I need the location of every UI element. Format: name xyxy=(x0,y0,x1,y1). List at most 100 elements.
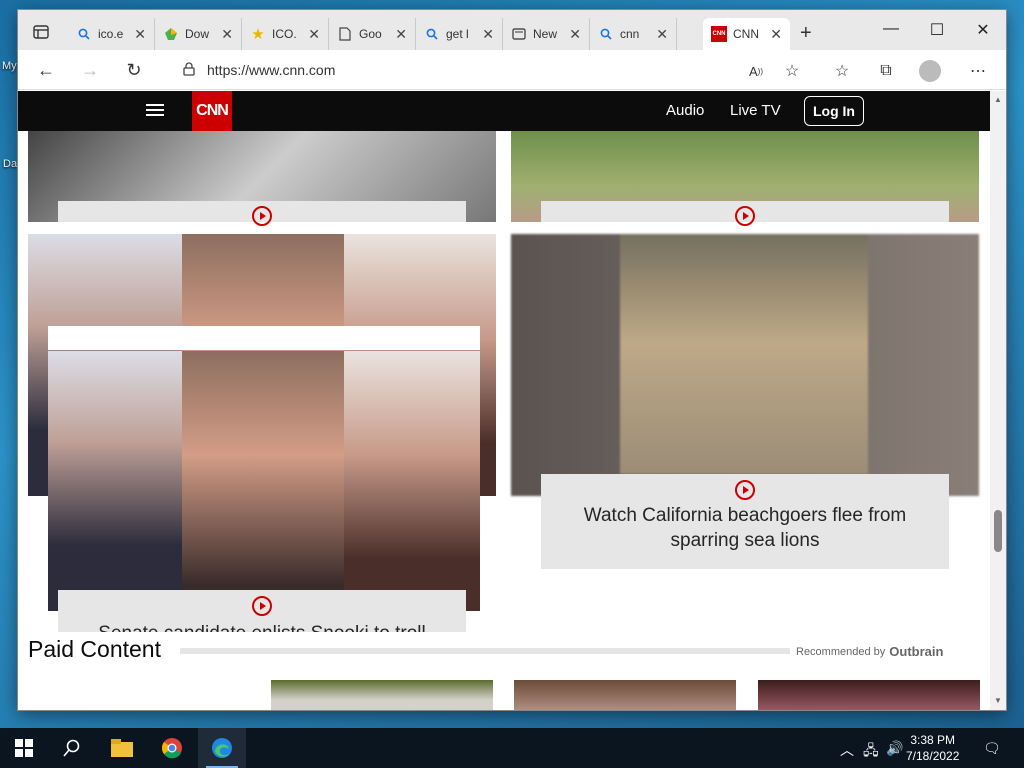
photo-snooki xyxy=(182,351,344,611)
volume-icon[interactable]: 🔊 xyxy=(886,740,903,757)
file-explorer-button[interactable] xyxy=(98,728,146,768)
close-icon[interactable]: ✕ xyxy=(656,26,668,43)
close-window-button[interactable]: ✕ xyxy=(960,20,1006,40)
newtab-icon xyxy=(511,26,527,42)
more-menu-icon[interactable]: ⋯ xyxy=(966,60,990,82)
nav-audio[interactable]: Audio xyxy=(666,102,704,119)
close-icon[interactable]: ✕ xyxy=(770,26,782,43)
tray-chevron-icon[interactable]: ︿ xyxy=(840,740,854,760)
read-aloud-icon[interactable]: A)) xyxy=(744,60,768,82)
recommended-by[interactable]: Recommended by Outbrain xyxy=(796,644,943,659)
paid-item-image-2[interactable] xyxy=(514,680,736,710)
tab-google-doc[interactable]: Goo ✕ xyxy=(329,18,416,50)
download-icon xyxy=(163,26,179,42)
close-icon[interactable]: ✕ xyxy=(395,26,407,43)
desktop-icon-label-2[interactable]: Da xyxy=(3,158,17,170)
hamburger-menu-icon[interactable] xyxy=(146,101,164,119)
taskbar: ︿ 🖧 🔊 3:38 PM 7/18/2022 🗨 xyxy=(0,728,1024,768)
divider xyxy=(180,648,790,654)
nav-live-tv[interactable]: Live TV xyxy=(730,102,781,119)
tab-search-1[interactable]: ico.e ✕ xyxy=(68,18,155,50)
tab-actions-icon[interactable] xyxy=(26,20,56,44)
notifications-icon[interactable]: 🗨 xyxy=(983,740,1001,757)
tab-strip: ico.e ✕ Dow ✕ ★ ICO. ✕ Goo ✕ get l ✕ New… xyxy=(18,10,1006,50)
scroll-down-icon[interactable]: ▼ xyxy=(990,696,1006,705)
white-overlay-bar xyxy=(48,326,480,350)
beach-photo xyxy=(620,234,868,474)
tab-search-cnn[interactable]: cnn ✕ xyxy=(590,18,677,50)
system-clock[interactable]: 3:38 PM 7/18/2022 xyxy=(906,732,959,764)
paid-item-image-1[interactable] xyxy=(271,680,493,710)
new-tab-button[interactable]: + xyxy=(800,22,812,45)
tab-label: Goo xyxy=(359,27,382,41)
tab-new[interactable]: New ✕ xyxy=(503,18,590,50)
play-icon xyxy=(252,206,272,226)
collections-icon[interactable]: ⧉ xyxy=(874,60,898,82)
tab-label: ICO. xyxy=(272,27,297,41)
page-viewport: CNN Audio Live TV Log In Watch Californi… xyxy=(18,91,990,710)
tab-label: CNN xyxy=(733,27,759,41)
tab-download[interactable]: Dow ✕ xyxy=(155,18,242,50)
chrome-button[interactable] xyxy=(148,728,196,768)
minimize-button[interactable]: — xyxy=(868,20,914,38)
play-icon xyxy=(252,596,272,616)
photo-fetterman xyxy=(344,351,480,611)
close-icon[interactable]: ✕ xyxy=(569,26,581,43)
profile-avatar[interactable] xyxy=(918,60,942,82)
tab-label: ico.e xyxy=(98,27,124,41)
windows-icon xyxy=(15,739,33,757)
scrollbar-thumb[interactable] xyxy=(994,510,1002,552)
clock-time: 3:38 PM xyxy=(910,733,956,747)
story-headline-left[interactable]: Senate candidate enlists Snooki to troll xyxy=(58,621,466,632)
tab-ico[interactable]: ★ ICO. ✕ xyxy=(242,18,329,50)
caption-card-right[interactable]: Watch California beachgoers flee from sp… xyxy=(541,474,949,569)
recommended-label: Recommended by xyxy=(796,645,886,658)
chrome-icon xyxy=(162,738,182,759)
cnn-icon: CNN xyxy=(711,26,727,42)
back-button[interactable]: ← xyxy=(32,58,60,82)
cnn-logo[interactable]: CNN xyxy=(192,91,232,131)
close-icon[interactable]: ✕ xyxy=(308,26,320,43)
network-icon[interactable]: 🖧 xyxy=(863,740,879,764)
maximize-button[interactable]: ☐ xyxy=(914,20,960,40)
browser-window: ico.e ✕ Dow ✕ ★ ICO. ✕ Goo ✕ get l ✕ New… xyxy=(18,10,1006,710)
close-icon[interactable]: ✕ xyxy=(221,26,233,43)
refresh-button[interactable]: ↻ xyxy=(120,58,148,82)
tab-label: New xyxy=(533,27,558,41)
add-favorite-icon[interactable]: ☆ xyxy=(780,60,804,82)
login-button[interactable]: Log In xyxy=(804,96,864,126)
forward-button[interactable]: → xyxy=(76,58,104,82)
paid-content-heading: Paid Content xyxy=(28,636,161,662)
story-headline-right[interactable]: Watch California beachgoers flee from sp… xyxy=(565,503,925,553)
search-button[interactable] xyxy=(48,728,96,768)
story-image-right[interactable] xyxy=(511,234,979,496)
story-image-left-front[interactable] xyxy=(48,351,480,611)
favorites-icon[interactable]: ☆ xyxy=(830,60,854,82)
edge-button[interactable] xyxy=(198,728,246,768)
document-icon xyxy=(337,26,353,42)
star-icon: ★ xyxy=(251,26,265,43)
search-icon xyxy=(63,739,80,757)
tab-label: Dow xyxy=(185,27,210,41)
close-icon[interactable]: ✕ xyxy=(134,26,146,43)
play-icon xyxy=(735,480,755,500)
tab-search-2[interactable]: get l ✕ xyxy=(416,18,503,50)
folder-icon xyxy=(111,739,133,757)
tab-cnn[interactable]: CNN CNN ✕ xyxy=(703,18,790,50)
search-icon xyxy=(598,26,614,42)
close-icon[interactable]: ✕ xyxy=(482,26,494,43)
scroll-up-icon[interactable]: ▲ xyxy=(990,95,1006,104)
start-button[interactable] xyxy=(0,728,48,768)
search-icon xyxy=(76,26,92,42)
caption-card-left[interactable]: Senate candidate enlists Snooki to troll xyxy=(58,590,466,632)
caption-card-left-top[interactable] xyxy=(58,201,466,226)
cnn-header: CNN Audio Live TV Log In xyxy=(18,91,990,131)
lock-icon[interactable] xyxy=(183,61,195,79)
address-field[interactable]: https://www.cnn.com xyxy=(183,55,823,85)
caption-card-right-top[interactable] xyxy=(541,201,949,226)
desktop-icon-label-1[interactable]: My xyxy=(2,60,17,72)
paid-item-image-3[interactable] xyxy=(758,680,980,710)
page-scrollbar[interactable]: ▲ ▼ xyxy=(990,91,1006,710)
tab-label: cnn xyxy=(620,27,640,41)
edge-icon xyxy=(212,738,232,758)
